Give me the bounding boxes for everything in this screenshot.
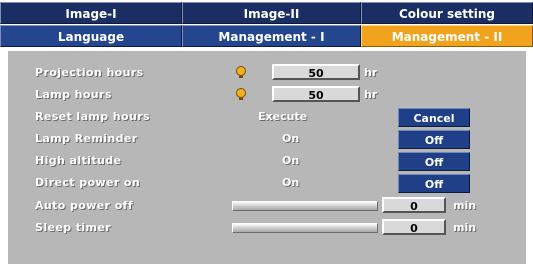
tab-image-i[interactable]: Image-I <box>0 2 182 24</box>
lamp-reminder-on[interactable]: On <box>282 132 299 145</box>
tab-colour-setting[interactable]: Colour setting <box>361 2 533 24</box>
sleep-timer-slider[interactable] <box>232 223 378 233</box>
high-altitude-on[interactable]: On <box>282 154 299 167</box>
projection-hours-unit: hr <box>364 66 378 79</box>
sleep-timer-value: 0 <box>382 219 446 235</box>
lamp-bulb-icon <box>236 88 246 100</box>
high-altitude-off-button[interactable]: Off <box>398 152 470 171</box>
lamp-hours-label: Lamp hours <box>35 88 112 101</box>
sleep-timer-unit: min <box>453 221 477 234</box>
direct-power-on-label: Direct power on <box>35 176 141 189</box>
sleep-timer-label: Sleep timer <box>35 221 112 234</box>
direct-power-on-on[interactable]: On <box>282 176 299 189</box>
lamp-reminder-label: Lamp Reminder <box>35 132 138 145</box>
auto-power-off-unit: min <box>453 199 477 212</box>
settings-panel: Projection hours 50 hr Lamp hours 50 hr … <box>8 51 526 264</box>
reset-lamp-hours-execute[interactable]: Execute <box>258 110 307 123</box>
lamp-hours-unit: hr <box>364 88 378 101</box>
auto-power-off-slider[interactable] <box>232 201 378 211</box>
tab-bar: Image-I Image-II Colour setting Language… <box>0 0 533 48</box>
auto-power-off-label: Auto power off <box>35 199 134 212</box>
lamp-bulb-icon <box>236 66 246 78</box>
tab-image-ii[interactable]: Image-II <box>182 2 361 24</box>
auto-power-off-value: 0 <box>382 197 446 213</box>
tab-management-ii[interactable]: Management - II <box>361 25 533 47</box>
direct-power-on-off-button[interactable]: Off <box>398 174 470 193</box>
reset-lamp-hours-label: Reset lamp hours <box>35 110 150 123</box>
tab-management-i[interactable]: Management - I <box>182 25 361 47</box>
high-altitude-label: High altitude <box>35 154 122 167</box>
projection-hours-value: 50 <box>272 64 360 80</box>
projection-hours-label: Projection hours <box>35 66 144 79</box>
cancel-button[interactable]: Cancel <box>398 108 470 127</box>
tab-language[interactable]: Language <box>0 25 182 47</box>
lamp-hours-value: 50 <box>272 86 360 102</box>
lamp-reminder-off-button[interactable]: Off <box>398 130 470 149</box>
